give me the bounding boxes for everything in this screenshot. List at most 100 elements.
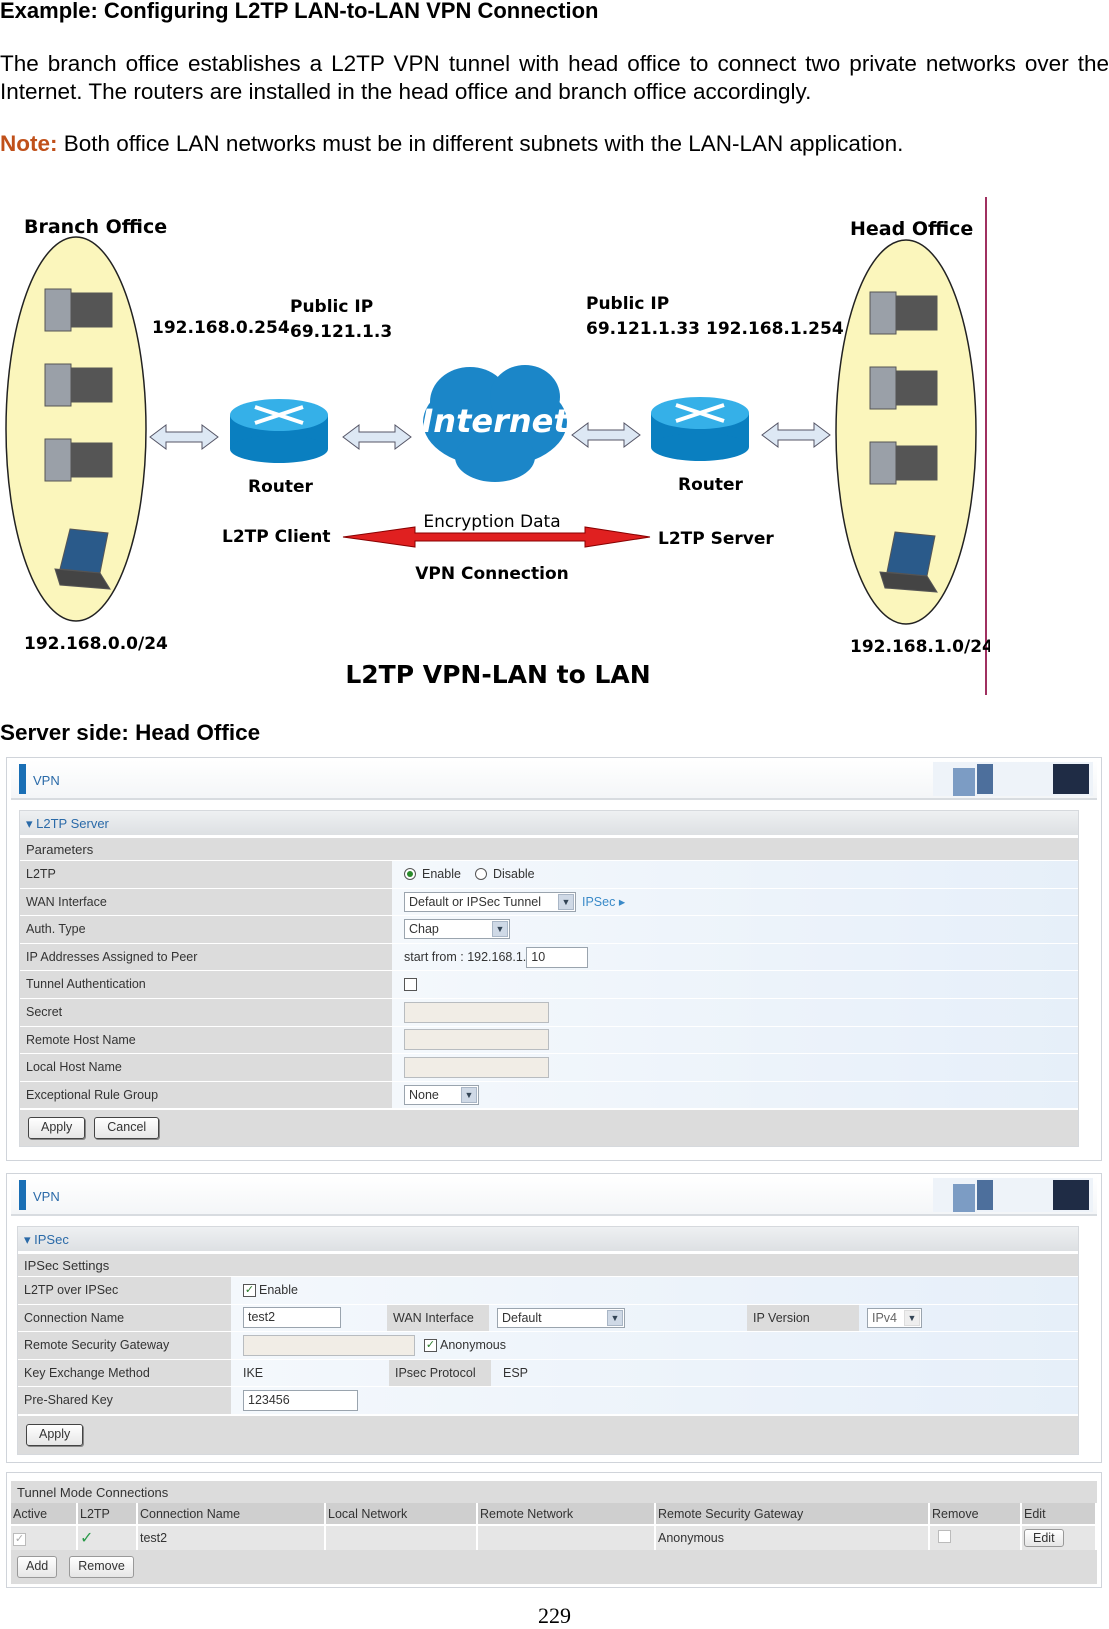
- disable-label: Disable: [492, 867, 535, 882]
- ipsec-link-label: IPSec: [582, 895, 616, 910]
- tunnel-table-title: Tunnel Mode Connections: [11, 1481, 1097, 1503]
- head-subnet: 192.168.1.0/24: [850, 637, 990, 657]
- col-active: Active: [11, 1503, 78, 1525]
- ipsec-protocol-value: ESP: [503, 1366, 529, 1381]
- ip-version-label: IP Version: [747, 1304, 859, 1332]
- vpn-title: VPN: [33, 773, 60, 788]
- branch-public-ip: 69.121.1.3: [290, 322, 392, 342]
- wan-interface-select[interactable]: Default or IPSec Tunnel ▼: [404, 891, 576, 912]
- tunnel-auth-checkbox[interactable]: [404, 978, 417, 992]
- wan-interface-value: Default: [502, 1310, 542, 1325]
- server-side-heading: Server side: Head Office: [0, 720, 261, 745]
- branch-lan-ip: 192.168.0.254: [152, 318, 290, 338]
- chevron-down-icon: ▼: [492, 921, 508, 938]
- anonymous-label: Anonymous: [440, 1338, 507, 1353]
- head-lan-ip: 192.168.1.254: [706, 319, 844, 339]
- page-number: 229: [538, 1603, 571, 1628]
- vpn-title: VPN: [33, 1189, 60, 1204]
- router-left-label: Router: [248, 477, 314, 497]
- branch-title: Branch Office: [24, 216, 167, 238]
- ip-assigned-label: IP Addresses Assigned to Peer: [20, 943, 392, 971]
- connection-name-input[interactable]: test2: [243, 1307, 341, 1329]
- chevron-down-icon: ▼: [461, 1087, 477, 1104]
- diagram-caption: L2TP VPN-LAN to LAN: [345, 660, 650, 689]
- chevron-down-icon: ▼: [904, 1309, 920, 1326]
- remote-network-cell: [477, 1524, 656, 1550]
- remove-checkbox[interactable]: [938, 1530, 951, 1543]
- local-host-label: Local Host Name: [20, 1054, 392, 1081]
- l2tp-label: L2TP: [20, 861, 392, 888]
- ip-version-value: IPv4: [872, 1310, 898, 1325]
- network-banner-icon: [933, 762, 1093, 796]
- vpn-header-bar: VPN: [11, 760, 1097, 800]
- col-edit: Edit: [1021, 1503, 1097, 1525]
- wan-interface-select[interactable]: Default ▼: [497, 1307, 625, 1328]
- head-title: Head Office: [850, 218, 973, 240]
- network-banner-icon: [933, 1178, 1093, 1212]
- intro-paragraph: The branch office establishes a L2TP VPN…: [0, 51, 1109, 104]
- connection-name-label: Connection Name: [18, 1304, 231, 1332]
- note-label: Note:: [0, 131, 58, 156]
- col-l2tp: L2TP: [77, 1503, 138, 1525]
- l2tp-server-panel: VPN ▾ L2TP Server Parameters L2TP Enable…: [6, 757, 1102, 1161]
- connection-name-cell: test2: [137, 1524, 326, 1550]
- psk-input[interactable]: 123456: [243, 1390, 358, 1412]
- l2tp-server-section: ▾ L2TP Server Parameters L2TP Enable Disa…: [19, 810, 1079, 1148]
- col-remote-gateway: Remote Security Gateway: [655, 1503, 930, 1525]
- wan-interface-label: WAN Interface: [387, 1304, 489, 1332]
- cancel-button[interactable]: Cancel: [94, 1117, 160, 1140]
- ip-start-input[interactable]: 10: [526, 946, 589, 968]
- col-local-network: Local Network: [325, 1503, 478, 1525]
- l2tp-disable-radio[interactable]: [474, 868, 487, 881]
- l2tp-over-ipsec-checkbox[interactable]: ✓: [243, 1283, 256, 1297]
- col-connection-name: Connection Name: [137, 1503, 326, 1525]
- ipsec-panel: VPN ▾ IPSec IPSec Settings L2TP over IPS…: [6, 1173, 1102, 1463]
- psk-label: Pre-Shared Key: [18, 1387, 231, 1414]
- section-title: L2TP Server: [36, 816, 109, 831]
- apply-button[interactable]: Apply: [26, 1423, 84, 1446]
- ipsec-settings-header: IPSec Settings: [18, 1254, 1078, 1276]
- section-header[interactable]: ▾ L2TP Server: [20, 811, 1078, 835]
- edit-button[interactable]: Edit: [1024, 1529, 1064, 1547]
- ipsec-protocol-label: IPsec Protocol: [389, 1359, 491, 1387]
- secret-input[interactable]: [404, 1001, 549, 1023]
- remove-button[interactable]: Remove: [69, 1556, 134, 1578]
- add-button[interactable]: Add: [17, 1556, 58, 1578]
- remote-host-input[interactable]: [404, 1029, 549, 1051]
- remote-gateway-cell: Anonymous: [655, 1524, 930, 1550]
- anonymous-checkbox[interactable]: ✓: [424, 1338, 437, 1352]
- rule-group-select[interactable]: None ▼: [404, 1085, 479, 1106]
- enable-label: Enable: [259, 1283, 298, 1298]
- encryption-label: Encryption Data: [423, 512, 560, 532]
- tunnel-mode-panel: Tunnel Mode Connections Active L2TP Conn…: [6, 1472, 1102, 1588]
- note: Note: Both office LAN networks must be i…: [0, 131, 903, 157]
- active-checkbox[interactable]: ✓: [13, 1532, 26, 1546]
- section-title: IPSec: [34, 1232, 69, 1247]
- key-exchange-value: IKE: [243, 1366, 264, 1381]
- page-heading: Example: Configuring L2TP LAN-to-LAN VPN…: [0, 0, 599, 23]
- apply-button[interactable]: Apply: [28, 1117, 86, 1140]
- chevron-down-icon: ▼: [558, 893, 574, 910]
- section-header[interactable]: ▾ IPSec: [18, 1227, 1078, 1251]
- col-remote-network: Remote Network: [477, 1503, 656, 1525]
- tunnel-table: Active L2TP Connection Name Local Networ…: [11, 1503, 1097, 1550]
- head-public-ip: 69.121.1.33: [586, 319, 700, 339]
- ip-version-select[interactable]: IPv4 ▼: [867, 1307, 922, 1328]
- key-exchange-label: Key Exchange Method: [18, 1359, 231, 1387]
- wan-interface-label: WAN Interface: [20, 888, 392, 916]
- rule-group-label: Exceptional Rule Group: [20, 1081, 392, 1109]
- vpn-header-bar: VPN: [11, 1176, 1097, 1216]
- secret-label: Secret: [20, 998, 392, 1026]
- enable-label: Enable: [422, 867, 461, 882]
- l2tp-check-icon: ✓: [77, 1524, 138, 1550]
- auth-type-select[interactable]: Chap ▼: [404, 919, 510, 940]
- internet-label: Internet: [421, 402, 570, 440]
- ipsec-link[interactable]: IPSec ▸: [582, 894, 625, 909]
- l2tp-enable-radio[interactable]: [404, 868, 416, 881]
- network-diagram: Branch Office Head Office 192.168.0.254 …: [5, 197, 990, 695]
- remote-gateway-input[interactable]: [243, 1334, 415, 1356]
- table-row: ✓ ✓ test2 Anonymous Edit: [11, 1524, 1097, 1550]
- local-network-cell: [325, 1524, 478, 1550]
- l2tp-server-label: L2TP Server: [658, 529, 774, 549]
- local-host-input[interactable]: [404, 1056, 549, 1078]
